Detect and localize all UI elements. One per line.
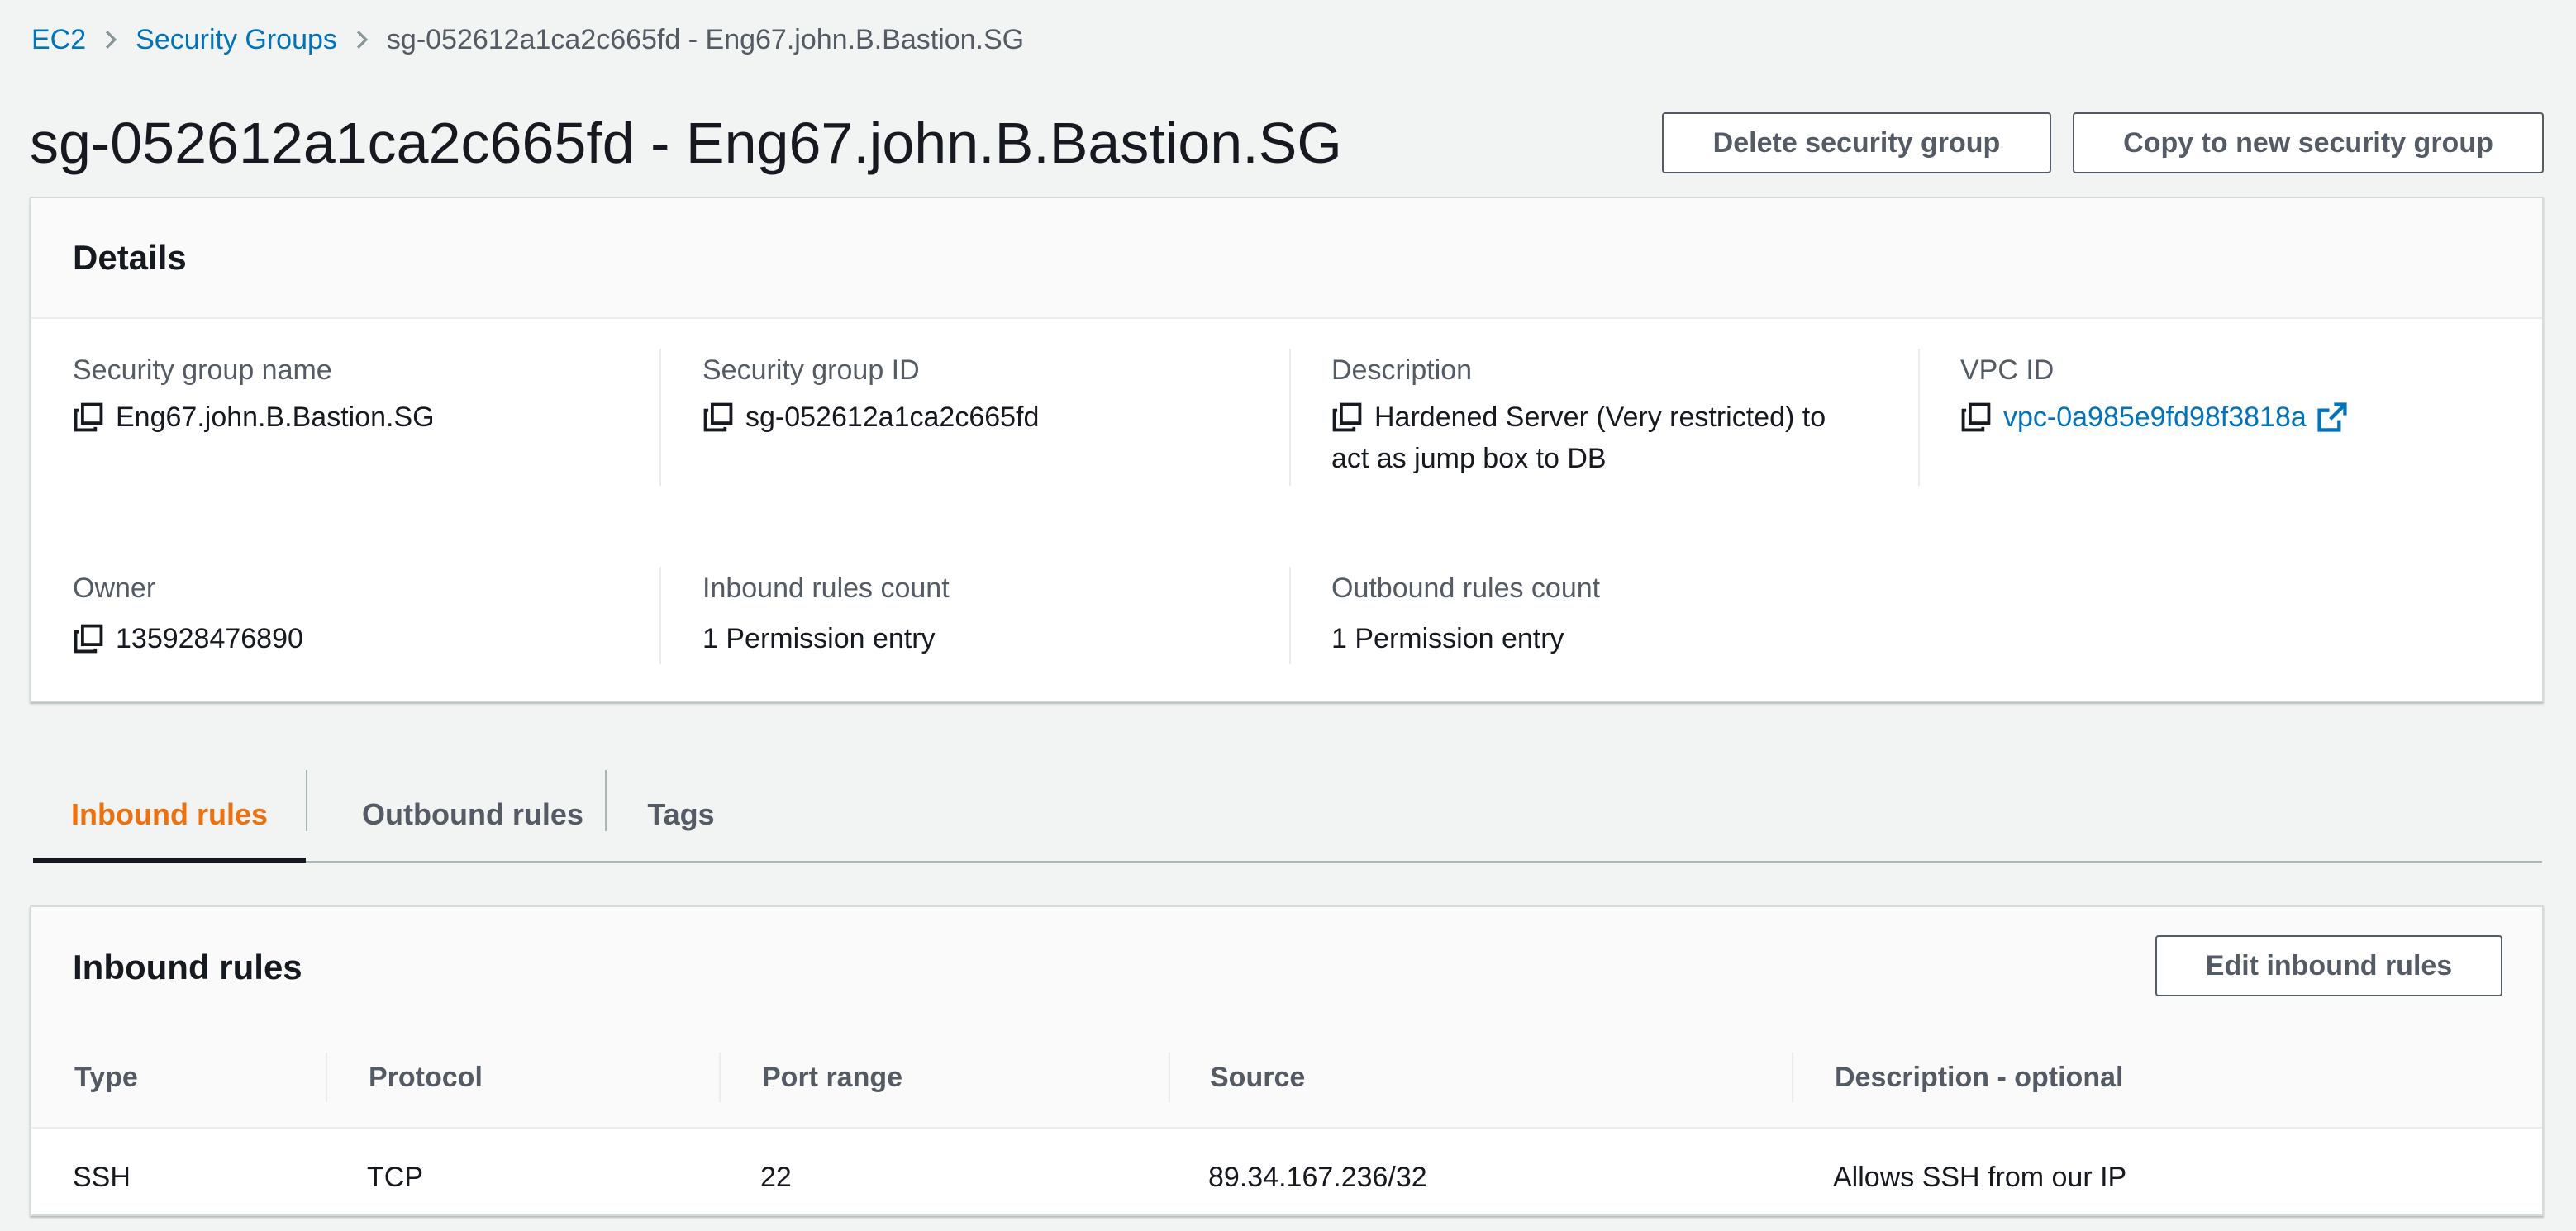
inbound-rules-count-label: Inbound rules count <box>702 573 950 604</box>
column-header-type[interactable]: Type <box>74 1028 138 1127</box>
column-header-protocol[interactable]: Protocol <box>369 1028 483 1127</box>
delete-security-group-button[interactable]: Delete security group <box>1662 112 2051 173</box>
inbound-rules-count-value: 1 Permission entry <box>702 623 936 654</box>
divider <box>1289 349 1291 486</box>
chevron-right-icon <box>86 29 136 50</box>
column-header-port-range[interactable]: Port range <box>762 1028 902 1127</box>
copy-icon[interactable] <box>702 402 734 433</box>
owner-value: 135928476890 <box>116 623 303 654</box>
divider <box>659 349 661 486</box>
external-link-icon[interactable] <box>2316 402 2348 433</box>
breadcrumb: EC2 Security Groups sg-052612a1ca2c665fd… <box>31 21 1024 58</box>
tab-outbound-rules[interactable]: Outbound rules <box>307 768 638 861</box>
divider <box>1289 567 1291 664</box>
description-value: Hardened Server (Very restricted) to act… <box>1331 402 1826 474</box>
details-card: Details Security group name Eng67.john.B… <box>30 197 2544 702</box>
description-label: Description <box>1331 354 1473 386</box>
tab-inbound-rules[interactable]: Inbound rules <box>33 768 306 861</box>
breadcrumb-security-groups[interactable]: Security Groups <box>136 24 337 56</box>
field-vpc-id: VPC ID vpc-0a985e9fd98f3818a <box>1960 352 2531 438</box>
table-header-row: Type Protocol Port range Source Descript… <box>31 1028 2542 1129</box>
chevron-right-icon <box>337 29 387 50</box>
security-group-name-value: Eng67.john.B.Bastion.SG <box>116 402 435 433</box>
column-divider <box>326 1053 327 1102</box>
cell-port-range: 22 <box>760 1161 792 1193</box>
outbound-rules-count-label: Outbound rules count <box>1331 573 1601 604</box>
breadcrumb-current: sg-052612a1ca2c665fd - Eng67.john.B.Bast… <box>386 23 1025 55</box>
security-group-id-label: Security group ID <box>702 354 920 386</box>
vpc-id-link[interactable]: vpc-0a985e9fd98f3818a <box>2003 397 2307 438</box>
security-group-name-label: Security group name <box>73 354 332 386</box>
column-header-description[interactable]: Description - optional <box>1835 1028 2123 1127</box>
field-description: Description Hardened Server (Very restri… <box>1331 352 1902 479</box>
details-title: Details <box>73 238 187 277</box>
copy-icon[interactable] <box>1960 402 1992 433</box>
cell-description: Allows SSH from our IP <box>1833 1161 2127 1193</box>
column-divider <box>1792 1053 1793 1102</box>
column-divider <box>1169 1053 1170 1102</box>
tab-bar: Inbound rules Outbound rules Tags <box>33 768 2542 863</box>
copy-icon[interactable] <box>73 402 104 433</box>
divider <box>1918 349 1920 486</box>
inbound-rules-title: Inbound rules <box>73 948 302 986</box>
breadcrumb-ec2[interactable]: EC2 <box>31 24 86 56</box>
page-title: sg-052612a1ca2c665fd - Eng67.john.B.Bast… <box>30 111 1342 175</box>
cell-source: 89.34.167.236/32 <box>1208 1161 1427 1193</box>
details-header: Details <box>31 198 2542 319</box>
field-owner: Owner 135928476890 <box>73 570 643 659</box>
owner-label: Owner <box>73 573 156 604</box>
divider <box>659 567 661 664</box>
field-security-group-id: Security group ID sg-052612a1ca2c665fd <box>702 352 1273 438</box>
active-tab-indicator <box>33 858 306 863</box>
edit-inbound-rules-button[interactable]: Edit inbound rules <box>2155 935 2502 996</box>
copy-to-new-security-group-button[interactable]: Copy to new security group <box>2073 112 2544 173</box>
field-security-group-name: Security group name Eng67.john.B.Bastion… <box>73 352 643 438</box>
vpc-id-label: VPC ID <box>1960 354 2055 386</box>
copy-icon[interactable] <box>73 623 104 654</box>
column-divider <box>719 1053 721 1102</box>
cell-protocol: TCP <box>367 1161 423 1193</box>
field-inbound-rules-count: Inbound rules count 1 Permission entry <box>702 570 1273 659</box>
column-header-source[interactable]: Source <box>1210 1028 1305 1127</box>
security-group-id-value: sg-052612a1ca2c665fd <box>745 402 1040 433</box>
outbound-rules-count-value: 1 Permission entry <box>1331 623 1564 654</box>
inbound-rules-card: Inbound rules Edit inbound rules Type Pr… <box>30 905 2544 1216</box>
tab-tags[interactable]: Tags <box>607 768 755 861</box>
cell-type: SSH <box>73 1161 131 1193</box>
field-outbound-rules-count: Outbound rules count 1 Permission entry <box>1331 570 1902 659</box>
